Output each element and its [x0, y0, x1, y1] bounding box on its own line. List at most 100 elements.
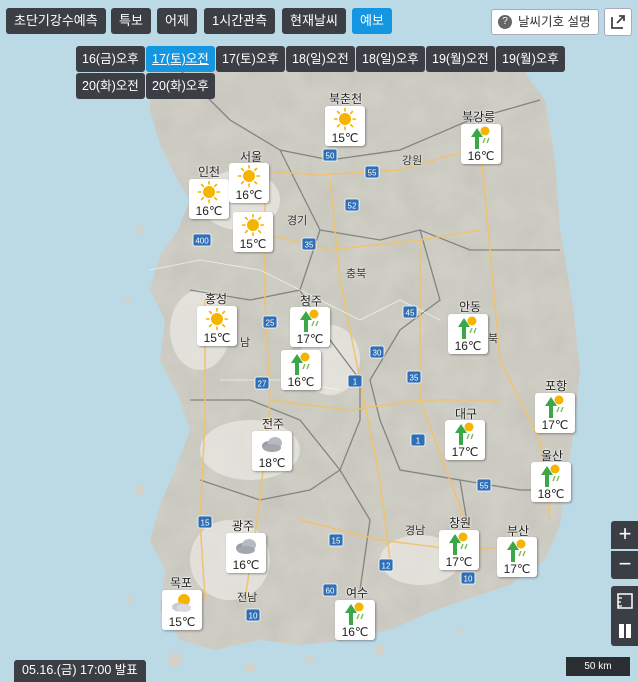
weather-card[interactable]: 16℃	[281, 350, 321, 390]
highway-shield: 45	[402, 305, 418, 319]
sunny-icon	[237, 164, 261, 188]
highway-number: 25	[266, 319, 275, 328]
weather-card[interactable]: 15℃	[325, 106, 365, 146]
highway-shield: 60	[322, 583, 338, 597]
highway-shield: 55	[476, 478, 492, 492]
time-chip-20-pm[interactable]: 20(화)오후	[146, 73, 215, 99]
highway-number: 60	[326, 587, 335, 596]
weather-card[interactable]: 16℃	[189, 179, 229, 219]
tab-short-term-precip[interactable]: 초단기강수예측	[6, 8, 106, 34]
temperature: 16℃	[195, 204, 223, 218]
province-label: 강원	[402, 155, 423, 167]
rain-shower-icon	[345, 602, 364, 625]
ruler-button[interactable]	[611, 586, 638, 616]
external-link-button[interactable]	[604, 8, 632, 36]
rain-shower-icon	[471, 126, 490, 149]
time-chip-19-am[interactable]: 19(월)오전	[426, 46, 495, 72]
weather-card[interactable]: 17℃	[290, 307, 330, 347]
tab-forecast[interactable]: 예보	[352, 8, 392, 34]
sunny-icon	[333, 107, 357, 131]
layer-button[interactable]	[611, 616, 638, 646]
highway-number: 1	[353, 378, 358, 387]
ruler-icon	[617, 593, 633, 609]
highway-shield: 35	[406, 370, 422, 384]
city-name: 북춘천	[329, 92, 363, 106]
time-chip-20-am[interactable]: 20(화)오전	[76, 73, 145, 99]
highway-number: 15	[332, 537, 341, 546]
time-chip-16-pm[interactable]: 16(금)오후	[76, 46, 145, 72]
highway-number: 12	[382, 562, 391, 571]
weather-card[interactable]: 17℃	[445, 420, 485, 460]
weather-card[interactable]: 15℃	[233, 212, 273, 252]
highway-number: 10	[464, 575, 473, 584]
highway-shield: 50	[322, 148, 338, 162]
temperature: 18℃	[258, 456, 286, 470]
time-chip-17-pm[interactable]: 17(토)오후	[216, 46, 285, 72]
province-label: 남	[240, 337, 251, 349]
weather-card[interactable]: 18℃	[531, 462, 571, 502]
legend-button-label: 날씨기호 설명	[518, 15, 591, 29]
issued-time: 05.16.(금) 17:00 발표	[14, 660, 146, 682]
weather-symbol-legend-button[interactable]: ? 날씨기호 설명	[491, 9, 599, 35]
rain-shower-icon	[300, 309, 319, 332]
weather-card[interactable]: 15℃	[162, 590, 202, 630]
city-name: 안동	[459, 300, 482, 314]
weather-card[interactable]: 16℃	[229, 163, 269, 203]
city-name: 전주	[262, 417, 285, 431]
highway-number: 45	[406, 309, 415, 318]
zoom-in-button[interactable]: +	[611, 521, 638, 549]
cloudy-icon	[236, 539, 256, 554]
highway-number: 1	[416, 437, 421, 446]
rain-shower-icon	[545, 395, 564, 418]
time-chip-18-pm[interactable]: 18(일)오후	[356, 46, 425, 72]
temperature: 16℃	[341, 625, 369, 639]
tab-yesterday[interactable]: 어제	[157, 8, 197, 34]
weather-card[interactable]: 17℃	[439, 530, 479, 570]
time-chip-19-pm[interactable]: 19(월)오후	[496, 46, 565, 72]
partly-cloudy-icon	[172, 594, 191, 612]
sunny-icon	[205, 307, 229, 331]
rain-shower-icon	[449, 532, 468, 555]
weather-card[interactable]: 18℃	[252, 431, 292, 471]
province-label: 경남	[405, 525, 426, 537]
temperature: 17℃	[445, 555, 473, 569]
tab-warning[interactable]: 특보	[111, 8, 151, 34]
highway-shield: 25	[262, 315, 278, 329]
temperature: 17℃	[503, 562, 531, 576]
highway-shield: 10	[460, 571, 476, 585]
tab-hourly-obs[interactable]: 1시간관측	[204, 8, 276, 34]
highway-number: 10	[249, 612, 258, 621]
city-name: 인천	[198, 165, 221, 179]
city-name: 광주	[232, 519, 255, 533]
weather-card[interactable]: 17℃	[535, 393, 575, 433]
rain-shower-icon	[507, 539, 526, 562]
weather-card[interactable]: 17℃	[497, 537, 537, 577]
highway-shield: 52	[344, 198, 360, 212]
columns-icon	[619, 624, 631, 638]
weather-card[interactable]: 16℃	[226, 533, 266, 573]
temperature: 15℃	[203, 331, 231, 345]
weather-card[interactable]: 16℃	[461, 124, 501, 164]
sunny-icon	[197, 180, 221, 204]
time-chip-17-am[interactable]: 17(토)오전	[146, 46, 215, 72]
cloudy-icon	[262, 437, 282, 452]
time-chip-18-am[interactable]: 18(일)오전	[286, 46, 355, 72]
highway-shield: 10	[245, 608, 261, 622]
highway-number: 55	[368, 169, 377, 178]
weather-card[interactable]: 15℃	[197, 306, 237, 346]
weather-card[interactable]: 16℃	[335, 600, 375, 640]
province-label: 전남	[237, 592, 258, 604]
highway-shield: 1	[410, 433, 426, 447]
highway-shield: 35	[301, 237, 317, 251]
zoom-out-button[interactable]: −	[611, 551, 638, 579]
highway-shield: 15	[197, 515, 213, 529]
weather-card[interactable]: 16℃	[448, 314, 488, 354]
highway-shield: 27	[254, 376, 270, 390]
highway-shield: 1	[347, 374, 363, 388]
province-label: 경기	[287, 215, 308, 227]
rain-shower-icon	[291, 352, 310, 375]
tab-current-weather[interactable]: 현재날씨	[282, 8, 346, 34]
highway-number: 35	[305, 241, 314, 250]
province-label: 충북	[346, 268, 367, 280]
temperature: 15℃	[331, 131, 359, 145]
